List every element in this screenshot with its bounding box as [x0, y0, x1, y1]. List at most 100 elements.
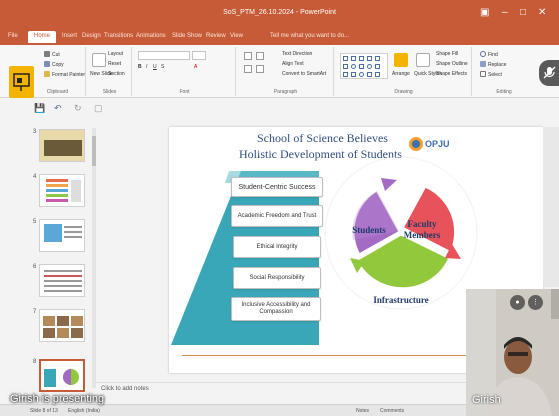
right-side-pane	[543, 127, 559, 287]
thumbnail-number: 4	[33, 174, 37, 180]
close-icon[interactable]: ✕	[538, 7, 546, 18]
slide-thumbnail-selected[interactable]	[39, 359, 85, 392]
font-group: B I U S A Font	[134, 47, 236, 96]
slide-thumbnail[interactable]	[39, 174, 85, 207]
shape-fill-button[interactable]: Shape Fill	[436, 51, 458, 57]
shapes-gallery[interactable]	[340, 53, 388, 79]
slide-thumbnail[interactable]	[39, 129, 85, 162]
save-icon[interactable]: 💾	[34, 103, 45, 114]
slides-group: New Slide Layout Reset Section Slides	[88, 47, 132, 96]
video-settings-icon[interactable]: ●	[510, 295, 525, 310]
scrollbar-thumb[interactable]	[92, 136, 96, 166]
redo-icon[interactable]: ↻	[74, 103, 82, 114]
language-indicator[interactable]: English (India)	[68, 408, 100, 414]
align-text-button[interactable]: Align Text	[282, 61, 304, 67]
drawing-group-label: Drawing	[394, 89, 413, 95]
bullets-icon[interactable]	[244, 52, 252, 60]
replace-button[interactable]: Replace	[480, 61, 506, 68]
shape-outline-button[interactable]: Shape Outline	[436, 61, 468, 67]
font-color-button[interactable]: A	[194, 64, 197, 70]
font-group-label: Font	[179, 89, 190, 95]
window-title: SoS_PTM_26.10.2024 - PowerPoint	[223, 9, 336, 16]
cycle-label-students: Students	[352, 225, 386, 235]
ribbon-display-icon[interactable]: ▣	[480, 7, 489, 18]
notes-placeholder[interactable]: Click to add notes	[101, 386, 149, 392]
cycle-label-faculty-line-2: Members	[403, 230, 441, 240]
slide-thumbnail[interactable]	[39, 219, 85, 252]
tell-me-search[interactable]: Tell me what you want to do...	[270, 33, 349, 39]
slide-thumbnail[interactable]	[39, 264, 85, 297]
center-icon[interactable]	[256, 65, 264, 73]
tab-file[interactable]: File	[8, 33, 18, 39]
new-slide-icon[interactable]	[92, 53, 106, 67]
copy-button[interactable]: Copy	[44, 61, 64, 68]
shadow-button[interactable]: S	[161, 64, 164, 70]
thumbnail-number: 6	[33, 264, 37, 270]
bold-button[interactable]: B	[138, 64, 142, 70]
reset-button[interactable]: Reset	[108, 61, 121, 67]
clipboard-group-label: Clipboard	[46, 89, 69, 95]
tab-animations[interactable]: Animations	[136, 33, 166, 39]
cut-button[interactable]: Cut	[44, 51, 60, 58]
paragraph-group-label: Paragraph	[273, 89, 298, 95]
mic-muted-icon	[543, 66, 556, 79]
thumbnail-number: 3	[33, 129, 37, 135]
format-painter-button[interactable]: Format Painter	[44, 71, 85, 78]
underline-button[interactable]: U	[153, 64, 157, 70]
maximize-icon[interactable]: □	[520, 7, 526, 18]
minimize-icon[interactable]: –	[502, 7, 508, 18]
notes-toggle[interactable]: Notes	[356, 408, 369, 414]
slide-counter: Slide 8 of 13	[30, 408, 58, 414]
undo-icon[interactable]: ↶	[54, 103, 62, 114]
tab-transitions[interactable]: Transitions	[104, 33, 133, 39]
find-button[interactable]: Find	[480, 51, 498, 58]
tab-view[interactable]: View	[230, 33, 243, 39]
students-arrow-icon	[381, 178, 397, 191]
thumbnail-scrollbar[interactable]	[92, 128, 96, 388]
thumbnail-number: 7	[33, 309, 37, 315]
align-left-icon[interactable]	[244, 65, 252, 73]
video-collapse-handle[interactable]	[551, 289, 559, 319]
presenter-name: Girish	[472, 394, 501, 406]
text-direction-button[interactable]: Text Direction	[282, 51, 312, 57]
mic-toggle[interactable]	[539, 60, 559, 86]
ribbon-tabs: File Home Insert Design Transitions Anim…	[0, 30, 559, 45]
start-from-beginning-icon[interactable]: ▢	[94, 103, 103, 114]
video-options-icon[interactable]: ⋮	[528, 295, 543, 310]
quick-styles-icon[interactable]	[416, 53, 430, 67]
editing-group: Find Replace Select Editing	[474, 47, 534, 96]
notes-pane[interactable]: Click to add notes	[96, 382, 466, 404]
ribbon: Cut Copy Format Painter Clipboard New Sl…	[0, 45, 559, 98]
slide-thumbnail-pane: 3 4 5 6 7 8	[28, 123, 92, 393]
tab-insert[interactable]: Insert	[62, 33, 77, 39]
arrange-icon[interactable]	[394, 53, 408, 67]
cycle-label-faculty-line-1: Faculty	[407, 219, 437, 229]
layout-button[interactable]: Layout	[108, 51, 123, 57]
paragraph-group: Text Direction Align Text Convert to Sma…	[238, 47, 334, 96]
select-button[interactable]: Select	[480, 71, 502, 78]
editing-group-label: Editing	[496, 89, 512, 95]
convert-to-smartart-button[interactable]: Convert to SmartArt	[282, 71, 326, 77]
section-button[interactable]: Section	[108, 71, 125, 77]
thumbnail-number: 5	[33, 219, 37, 225]
clipboard-group: Cut Copy Format Painter Clipboard	[30, 47, 86, 96]
numbering-icon[interactable]	[256, 52, 264, 60]
title-bar: SoS_PTM_26.10.2024 - PowerPoint ▣ – □ ✕	[0, 0, 559, 30]
quick-access-toolbar: 💾 ↶ ↻ ▢	[0, 98, 559, 120]
slide-icon-glyph	[13, 73, 30, 91]
font-family-select[interactable]	[138, 51, 190, 60]
shape-effects-button[interactable]: Shape Effects	[436, 71, 467, 77]
arrange-button[interactable]: Arrange	[392, 71, 410, 77]
tab-review[interactable]: Review	[206, 33, 226, 39]
presenter-video-tile[interactable]: ● ⋮ Girish	[466, 289, 559, 416]
comments-toggle[interactable]: Comments	[380, 408, 404, 414]
presentation-app-icon	[9, 66, 34, 98]
slide-thumbnail[interactable]	[39, 309, 85, 342]
drawing-group: Arrange Quick Styles Shape Fill Shape Ou…	[336, 47, 472, 96]
tab-home[interactable]: Home	[28, 31, 57, 43]
font-size-select[interactable]	[192, 51, 206, 60]
italic-button[interactable]: I	[146, 64, 147, 70]
tab-slide-show[interactable]: Slide Show	[172, 33, 202, 39]
screen: SoS_PTM_26.10.2024 - PowerPoint ▣ – □ ✕ …	[0, 0, 559, 416]
tab-design[interactable]: Design	[82, 33, 101, 39]
